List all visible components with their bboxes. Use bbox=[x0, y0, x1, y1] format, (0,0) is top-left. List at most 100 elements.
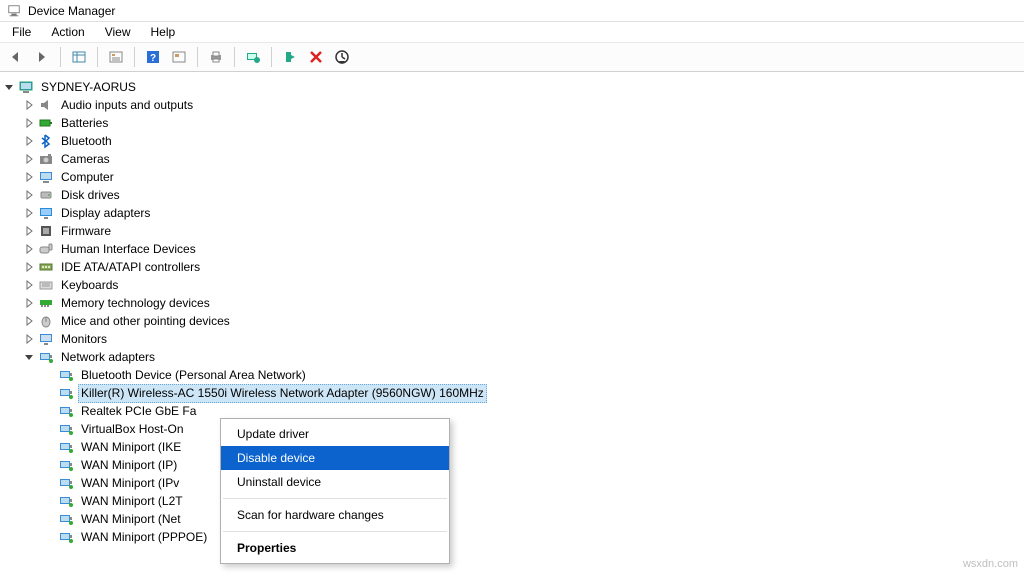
battery-icon bbox=[38, 115, 54, 131]
tree-label: WAN Miniport (PPPOE) bbox=[78, 529, 210, 546]
nic-icon bbox=[58, 457, 74, 473]
tree-category[interactable]: Cameras bbox=[2, 150, 1024, 168]
menubar: File Action View Help bbox=[0, 22, 1024, 42]
tree-category[interactable]: Computer bbox=[2, 168, 1024, 186]
tree-label: Monitors bbox=[58, 331, 110, 348]
toolbar-sep bbox=[271, 47, 272, 67]
context-menu-item[interactable]: Scan for hardware changes bbox=[221, 503, 449, 527]
tree-device[interactable]: Killer(R) Wireless-AC 1550i Wireless Net… bbox=[2, 384, 1024, 402]
tree-label: Display adapters bbox=[58, 205, 153, 222]
toolbar-sep bbox=[97, 47, 98, 67]
update-driver-icon[interactable] bbox=[241, 45, 265, 69]
toolbar-sep bbox=[60, 47, 61, 67]
mouse-icon bbox=[38, 313, 54, 329]
tree-label: WAN Miniport (IP) bbox=[78, 457, 180, 474]
tree-category[interactable]: Firmware bbox=[2, 222, 1024, 240]
tree-label: VirtualBox Host-On bbox=[78, 421, 187, 438]
properties-pane-icon[interactable] bbox=[104, 45, 128, 69]
tree-category[interactable]: Disk drives bbox=[2, 186, 1024, 204]
tree-device[interactable]: Bluetooth Device (Personal Area Network) bbox=[2, 366, 1024, 384]
twisty-icon[interactable] bbox=[22, 224, 36, 238]
twisty-icon[interactable] bbox=[2, 80, 16, 94]
menu-help[interactable]: Help bbox=[143, 23, 184, 41]
twisty-icon[interactable] bbox=[22, 116, 36, 130]
disable-icon[interactable] bbox=[304, 45, 328, 69]
toolbar-sep bbox=[134, 47, 135, 67]
app-icon bbox=[6, 3, 22, 19]
context-menu-item[interactable]: Disable device bbox=[221, 446, 449, 470]
twisty-icon[interactable] bbox=[22, 206, 36, 220]
twisty-icon[interactable] bbox=[22, 314, 36, 328]
tree-category[interactable]: Mice and other pointing devices bbox=[2, 312, 1024, 330]
tree-category[interactable]: Batteries bbox=[2, 114, 1024, 132]
network-icon bbox=[38, 349, 54, 365]
tree-label: Computer bbox=[58, 169, 117, 186]
twisty-icon[interactable] bbox=[22, 152, 36, 166]
menu-view[interactable]: View bbox=[97, 23, 139, 41]
context-menu-item[interactable]: Uninstall device bbox=[221, 470, 449, 494]
tree-label: Memory technology devices bbox=[58, 295, 213, 312]
twisty-icon[interactable] bbox=[22, 260, 36, 274]
nic-icon bbox=[58, 385, 74, 401]
tree-label: WAN Miniport (L2T bbox=[78, 493, 186, 510]
context-menu-separator bbox=[223, 498, 447, 499]
print-icon[interactable] bbox=[204, 45, 228, 69]
nic-icon bbox=[58, 403, 74, 419]
tree-label: Batteries bbox=[58, 115, 111, 132]
twisty-icon[interactable] bbox=[22, 278, 36, 292]
twisty-icon[interactable] bbox=[22, 350, 36, 364]
tree-category[interactable]: Display adapters bbox=[2, 204, 1024, 222]
action-icon[interactable] bbox=[167, 45, 191, 69]
toolbar-sep bbox=[197, 47, 198, 67]
tree-root[interactable]: SYDNEY-AORUS bbox=[2, 78, 1024, 96]
twisty-icon[interactable] bbox=[22, 188, 36, 202]
tree-category[interactable]: Keyboards bbox=[2, 276, 1024, 294]
tree-device[interactable]: WAN Miniport (IKE bbox=[2, 438, 1024, 456]
tree-label: Keyboards bbox=[58, 277, 121, 294]
menu-file[interactable]: File bbox=[4, 23, 39, 41]
tree-device[interactable]: WAN Miniport (IP) bbox=[2, 456, 1024, 474]
tree-label: Audio inputs and outputs bbox=[58, 97, 196, 114]
tree-label: Firmware bbox=[58, 223, 114, 240]
forward-icon[interactable] bbox=[30, 45, 54, 69]
tree-device[interactable]: WAN Miniport (Net bbox=[2, 510, 1024, 528]
twisty-icon[interactable] bbox=[22, 170, 36, 184]
help-icon[interactable]: ? bbox=[141, 45, 165, 69]
tree-category[interactable]: Monitors bbox=[2, 330, 1024, 348]
enable-icon[interactable] bbox=[278, 45, 302, 69]
audio-icon bbox=[38, 97, 54, 113]
back-icon[interactable] bbox=[4, 45, 28, 69]
tree-category[interactable]: Human Interface Devices bbox=[2, 240, 1024, 258]
tree-category[interactable]: Audio inputs and outputs bbox=[2, 96, 1024, 114]
context-menu-item[interactable]: Properties bbox=[221, 536, 449, 560]
tree-category[interactable]: Network adapters bbox=[2, 348, 1024, 366]
context-menu-item[interactable]: Update driver bbox=[221, 422, 449, 446]
computer-icon bbox=[38, 169, 54, 185]
tree-device[interactable]: Realtek PCIe GbE Fa bbox=[2, 402, 1024, 420]
window-title: Device Manager bbox=[28, 4, 115, 18]
uninstall-icon[interactable] bbox=[330, 45, 354, 69]
titlebar: Device Manager bbox=[0, 0, 1024, 22]
device-tree[interactable]: SYDNEY-AORUSAudio inputs and outputsBatt… bbox=[0, 72, 1024, 576]
hid-icon bbox=[38, 241, 54, 257]
twisty-icon[interactable] bbox=[22, 134, 36, 148]
tree-category[interactable]: Bluetooth bbox=[2, 132, 1024, 150]
tree-device[interactable]: WAN Miniport (L2T bbox=[2, 492, 1024, 510]
tree-category[interactable]: Memory technology devices bbox=[2, 294, 1024, 312]
tree-label: Network adapters bbox=[58, 349, 158, 366]
twisty-icon[interactable] bbox=[22, 296, 36, 310]
show-hidden-icon[interactable] bbox=[67, 45, 91, 69]
twisty-icon[interactable] bbox=[22, 242, 36, 256]
tree-label: Realtek PCIe GbE Fa bbox=[78, 403, 199, 420]
tree-label: Mice and other pointing devices bbox=[58, 313, 233, 330]
memory-icon bbox=[38, 295, 54, 311]
tree-device[interactable]: VirtualBox Host-On bbox=[2, 420, 1024, 438]
tree-category[interactable]: IDE ATA/ATAPI controllers bbox=[2, 258, 1024, 276]
tree-device[interactable]: WAN Miniport (IPv bbox=[2, 474, 1024, 492]
tree-label: WAN Miniport (IKE bbox=[78, 439, 184, 456]
twisty-icon[interactable] bbox=[22, 98, 36, 112]
nic-icon bbox=[58, 529, 74, 545]
menu-action[interactable]: Action bbox=[43, 23, 92, 41]
twisty-icon[interactable] bbox=[22, 332, 36, 346]
tree-device[interactable]: WAN Miniport (PPPOE) bbox=[2, 528, 1024, 546]
